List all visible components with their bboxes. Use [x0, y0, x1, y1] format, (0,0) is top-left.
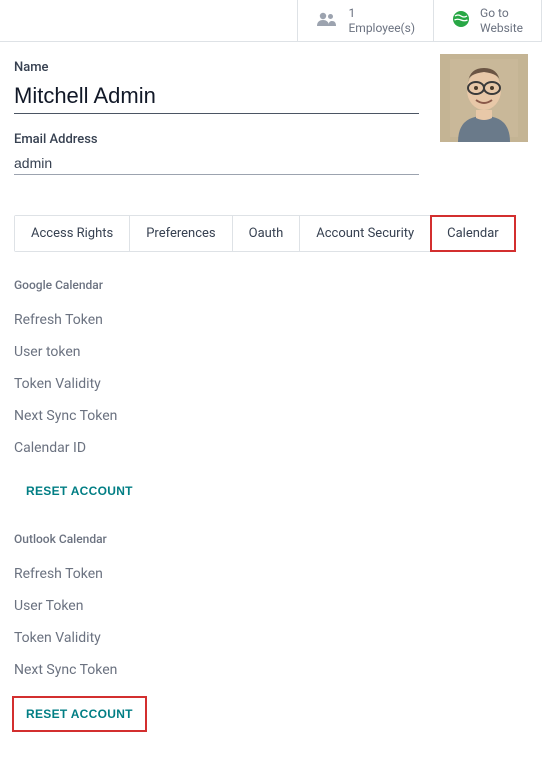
tab-oauth[interactable]: Oauth	[233, 216, 301, 251]
outlook-reset-button[interactable]: RESET ACCOUNT	[14, 698, 145, 730]
website-line1: Go to	[480, 6, 523, 20]
avatar[interactable]	[440, 54, 528, 142]
employees-stat-button[interactable]: 1 Employee(s)	[297, 0, 433, 41]
employees-count: 1	[348, 6, 415, 20]
google-token-validity: Token Validity	[14, 368, 528, 400]
outlook-refresh-token: Refresh Token	[14, 558, 528, 590]
email-input[interactable]	[14, 153, 419, 175]
google-section-title: Google Calendar	[14, 278, 528, 292]
google-reset-button[interactable]: RESET ACCOUNT	[14, 476, 145, 506]
stat-bar: 1 Employee(s) Go to Website	[0, 0, 542, 42]
tab-preferences[interactable]: Preferences	[130, 216, 232, 251]
stat-spacer	[0, 0, 297, 41]
outlook-next-sync-token: Next Sync Token	[14, 654, 528, 686]
tab-calendar[interactable]: Calendar	[431, 216, 515, 251]
employees-stat-text: 1 Employee(s)	[348, 6, 415, 35]
form-sheet: Name Email Address Access Rights Prefere…	[0, 42, 542, 750]
google-user-token: User token	[14, 336, 528, 368]
employees-label: Employee(s)	[348, 21, 415, 35]
tab-account-security[interactable]: Account Security	[300, 216, 431, 251]
users-icon	[316, 11, 338, 30]
tabs: Access Rights Preferences Oauth Account …	[14, 215, 516, 252]
google-next-sync-token: Next Sync Token	[14, 400, 528, 432]
outlook-section-title: Outlook Calendar	[14, 532, 528, 546]
website-stat-text: Go to Website	[480, 6, 523, 35]
google-refresh-token: Refresh Token	[14, 304, 528, 336]
tab-access-rights[interactable]: Access Rights	[15, 216, 130, 251]
name-input[interactable]	[14, 81, 419, 114]
globe-icon	[452, 10, 470, 31]
website-stat-button[interactable]: Go to Website	[433, 0, 542, 41]
google-calendar-id: Calendar ID	[14, 432, 528, 464]
website-line2: Website	[480, 21, 523, 35]
outlook-user-token: User Token	[14, 590, 528, 622]
outlook-token-validity: Token Validity	[14, 622, 528, 654]
